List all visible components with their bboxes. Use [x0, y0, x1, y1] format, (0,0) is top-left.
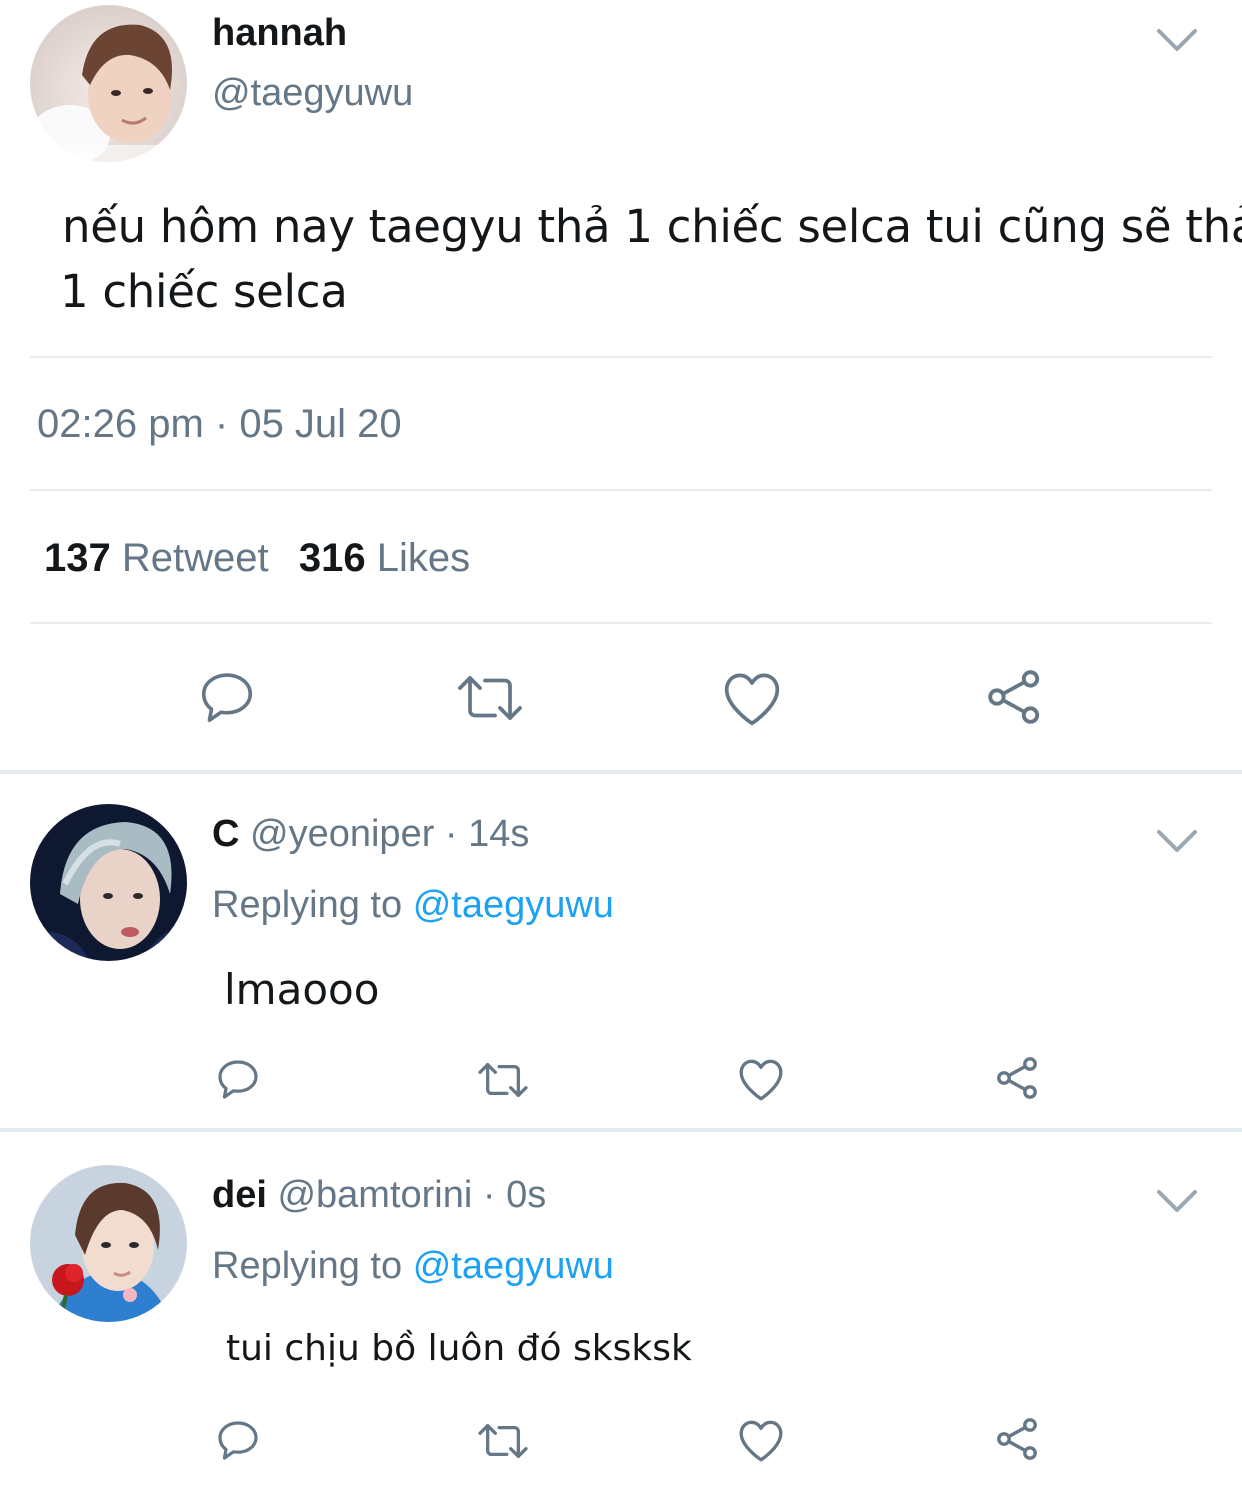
- replying-handle-link[interactable]: @taegyuwu: [413, 1245, 614, 1287]
- user-handle[interactable]: @bamtorini: [277, 1174, 472, 1216]
- like-count[interactable]: 316: [299, 536, 366, 580]
- replying-to: Replying to @taegyuwu: [212, 1245, 614, 1288]
- timestamp[interactable]: 02:26 pm · 05 Jul 20: [37, 402, 402, 447]
- reply-text: lmaooo: [224, 965, 380, 1014]
- divider: [30, 489, 1212, 491]
- display-name[interactable]: dei: [212, 1174, 267, 1216]
- reply-text: tui chịu bồ luôn đó sksksk: [226, 1328, 692, 1369]
- user-handle[interactable]: @yeoniper: [250, 813, 434, 855]
- chevron-down-icon[interactable]: [1155, 826, 1199, 856]
- retweet-icon[interactable]: [474, 1418, 532, 1464]
- reply-header: dei @bamtorini · 0s: [212, 1174, 546, 1217]
- retweet-icon[interactable]: [454, 668, 526, 728]
- replying-label: Replying to: [212, 1245, 403, 1287]
- reply-time[interactable]: · 14s: [445, 813, 529, 855]
- divider: [30, 356, 1212, 358]
- tweet-text-line-1: nếu hôm nay taegyu thả 1 chiếc selca tui…: [62, 200, 1242, 253]
- share-icon[interactable]: [982, 666, 1048, 728]
- display-name[interactable]: hannah: [212, 12, 347, 55]
- share-icon[interactable]: [994, 1415, 1042, 1463]
- replying-label: Replying to: [212, 884, 403, 926]
- replying-handle-link[interactable]: @taegyuwu: [413, 884, 614, 926]
- avatar[interactable]: [30, 1165, 187, 1322]
- chevron-down-icon[interactable]: [1155, 25, 1199, 55]
- reply-icon[interactable]: [214, 1055, 262, 1103]
- like-icon[interactable]: [720, 668, 784, 728]
- like-icon[interactable]: [736, 1417, 786, 1463]
- section-divider: [0, 1128, 1242, 1132]
- divider: [30, 622, 1212, 624]
- avatar[interactable]: [30, 804, 187, 961]
- reply-icon[interactable]: [196, 666, 258, 728]
- reply-time[interactable]: · 0s: [483, 1174, 546, 1216]
- retweet-icon[interactable]: [474, 1057, 532, 1103]
- like-icon[interactable]: [736, 1056, 786, 1102]
- user-handle[interactable]: @taegyuwu: [212, 72, 413, 115]
- avatar[interactable]: [30, 5, 187, 162]
- display-name[interactable]: C: [212, 813, 239, 855]
- engagement-stats: 137 Retweet 316 Likes: [44, 536, 470, 581]
- reply-icon[interactable]: [214, 1416, 262, 1464]
- like-label[interactable]: Likes: [377, 536, 470, 580]
- retweet-label[interactable]: Retweet: [122, 536, 269, 580]
- section-divider: [0, 770, 1242, 774]
- retweet-count[interactable]: 137: [44, 536, 111, 580]
- replying-to: Replying to @taegyuwu: [212, 884, 614, 927]
- chevron-down-icon[interactable]: [1155, 1186, 1199, 1216]
- tweet-text-line-2: 1 chiếc selca: [60, 265, 348, 318]
- reply-header: C @yeoniper · 14s: [212, 813, 529, 856]
- share-icon[interactable]: [994, 1054, 1042, 1102]
